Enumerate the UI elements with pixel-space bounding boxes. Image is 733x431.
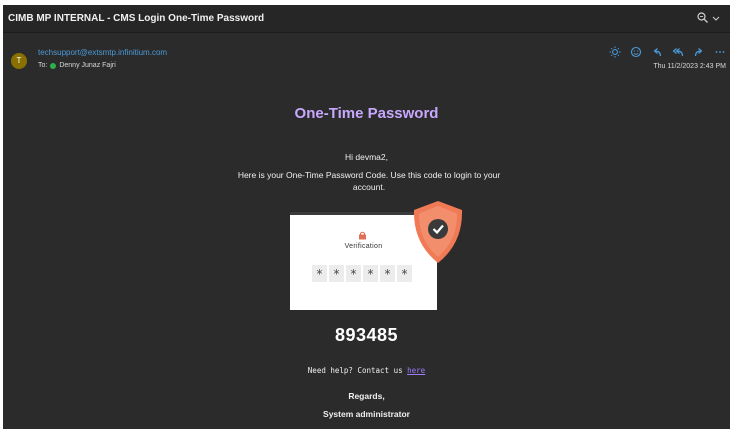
zoom-control[interactable]	[696, 11, 720, 25]
pin-box: *	[329, 265, 344, 282]
chevron-down-icon[interactable]	[712, 11, 720, 25]
contact-here-link[interactable]: here	[407, 366, 425, 375]
pin-box: *	[397, 265, 412, 282]
pin-box: *	[346, 265, 361, 282]
received-date: Thu 11/2/2023 2:43 PM	[653, 63, 726, 70]
regards-text: Regards,	[348, 391, 385, 401]
email-subject: CIMB MP INTERNAL - CMS Login One-Time Pa…	[8, 13, 265, 24]
pin-box: *	[312, 265, 327, 282]
forward-icon[interactable]	[691, 45, 707, 59]
avatar: T	[11, 53, 27, 69]
sender-email[interactable]: techsupport@extsmtp.infinitium.com	[38, 48, 167, 57]
email-body: One-Time Password Hi devma2, Here is you…	[3, 80, 730, 429]
help-label: Need help? Contact us	[307, 366, 403, 375]
greeting-text: Hi devma2,	[345, 152, 388, 162]
to-label: To:	[38, 62, 48, 69]
message-actions	[607, 45, 728, 59]
recipient-name[interactable]: Denny Junaz Fajri	[59, 62, 115, 69]
sun-icon[interactable]	[607, 45, 623, 59]
email-reading-pane: CIMB MP INTERNAL - CMS Login One-Time Pa…	[3, 5, 730, 429]
email-subject-bar: CIMB MP INTERNAL - CMS Login One-Time Pa…	[3, 5, 730, 33]
otp-code: 893485	[334, 325, 399, 345]
message-text: Here is your One-Time Password Code. Use…	[237, 170, 501, 192]
more-icon[interactable]	[712, 45, 728, 59]
reply-all-icon[interactable]	[670, 45, 686, 59]
lock-icon	[359, 231, 366, 240]
reply-icon[interactable]	[649, 45, 665, 59]
shield-check-icon	[413, 201, 463, 263]
recipient-line: To: Denny Junaz Fajri	[38, 62, 116, 69]
pin-input-row: * * * * * *	[312, 265, 412, 282]
presence-status-icon	[50, 62, 57, 69]
help-text: Need help? Contact us here	[3, 366, 730, 375]
emoji-icon[interactable]	[628, 45, 644, 59]
pin-box: *	[363, 265, 378, 282]
verification-illustration: Verification * * * * * *	[290, 201, 472, 311]
signature-text: System administrator	[323, 409, 410, 419]
zoom-icon[interactable]	[696, 11, 710, 25]
email-heading: One-Time Password	[294, 105, 439, 122]
pin-box: *	[380, 265, 395, 282]
